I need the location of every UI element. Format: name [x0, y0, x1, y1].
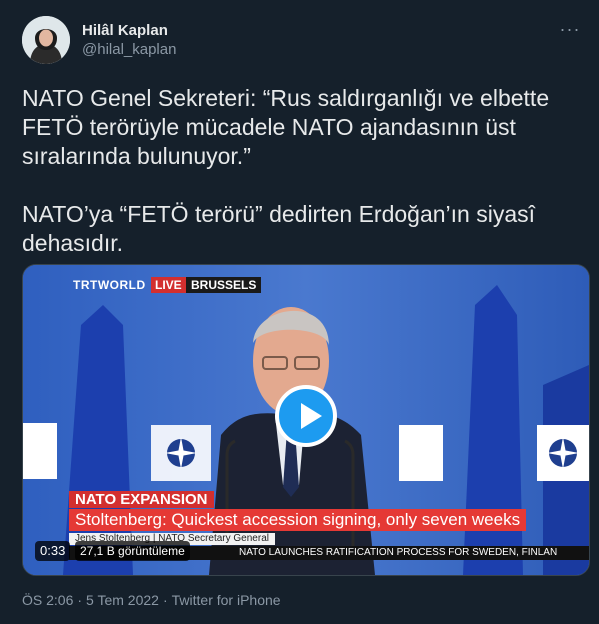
tweet-time[interactable]: ÖS 2:06	[22, 592, 73, 608]
news-tag: NATO EXPANSION	[69, 491, 214, 508]
tweet-date[interactable]: 5 Tem 2022	[86, 592, 159, 608]
avatar[interactable]	[22, 16, 70, 64]
tweet-source[interactable]: Twitter for iPhone	[172, 592, 281, 608]
separator: ·	[77, 592, 83, 608]
news-headline: Stoltenberg: Quickest accession signing,…	[69, 509, 527, 531]
video-player[interactable]: TRTWORLD LIVE BRUSSELS NATO EXPANSION St…	[22, 264, 590, 576]
tweet-meta: ÖS 2:06 · 5 Tem 2022 · Twitter for iPhone	[22, 592, 285, 608]
display-name[interactable]: Hilâl Kaplan	[82, 22, 176, 40]
play-icon	[301, 403, 322, 429]
play-button[interactable]	[275, 385, 337, 447]
user-handle[interactable]: @hilal_kaplan	[82, 40, 176, 60]
video-duration: 0:33	[35, 541, 71, 561]
tweet-text: NATO Genel Sekreteri: “Rus saldırganlığı…	[22, 85, 550, 256]
live-badge: LIVE	[151, 277, 186, 293]
channel-logo: TRTWORLD	[73, 278, 146, 292]
tweet-header: Hilâl Kaplan @hilal_kaplan ···	[22, 16, 582, 66]
location-badge: BRUSSELS	[186, 277, 262, 293]
separator: ·	[162, 592, 168, 608]
view-count: 27,1 B görüntüleme	[75, 541, 190, 561]
more-dots-icon[interactable]: ···	[558, 20, 582, 42]
